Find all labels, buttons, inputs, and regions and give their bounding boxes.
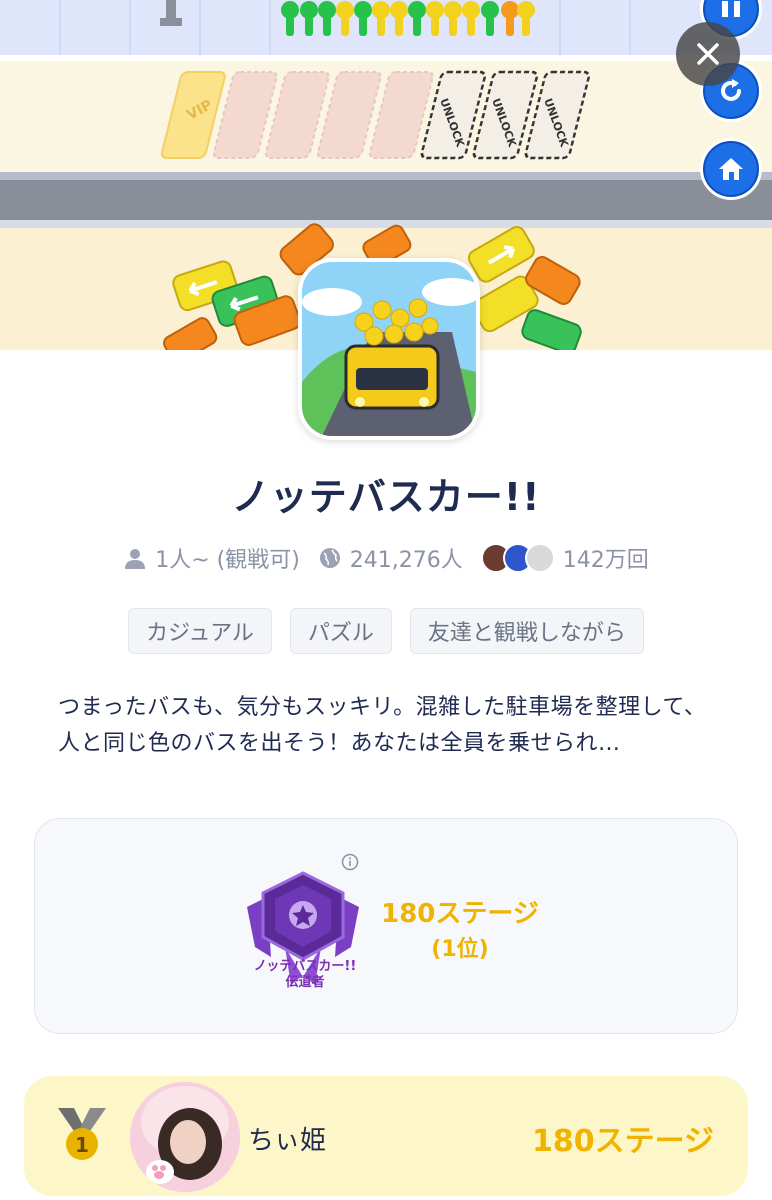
player-count: 1人~ (観戦可) bbox=[123, 542, 300, 574]
bus-game-icon bbox=[302, 262, 476, 436]
badge-label: ノッテバスカー!! 伝道者 bbox=[235, 959, 375, 991]
rank-number: 1 bbox=[75, 1133, 89, 1157]
game-stats: 1人~ (観戦可) 241,276人 142万回 bbox=[0, 540, 772, 576]
user-count: 241,276人 bbox=[318, 542, 463, 574]
player-name: ちぃ姫 bbox=[248, 1126, 327, 1156]
avatar[interactable] bbox=[130, 1082, 240, 1192]
badge-game-name: ノッテバスカー!! bbox=[253, 959, 357, 974]
recent-players-avatars bbox=[480, 543, 555, 573]
player-score: 180ステージ bbox=[531, 1124, 714, 1159]
user-count-text: 241,276人 bbox=[349, 548, 463, 573]
home-icon bbox=[719, 158, 743, 180]
close-button[interactable] bbox=[676, 22, 740, 86]
tag-puzzle[interactable]: パズル bbox=[289, 608, 392, 654]
play-count-text: 142万回 bbox=[562, 548, 649, 573]
record-card: ノッテバスカー!! 伝道者 180ステージ (1位) bbox=[34, 818, 738, 1034]
person-icon bbox=[125, 549, 146, 569]
avatar bbox=[524, 543, 555, 573]
play-count: 142万回 bbox=[480, 542, 649, 574]
close-icon bbox=[697, 43, 719, 65]
badge-title: 伝道者 bbox=[285, 975, 325, 990]
player-count-text: 1人~ (観戦可) bbox=[155, 548, 300, 573]
home-button[interactable] bbox=[700, 138, 762, 200]
record-rank: (1位) bbox=[431, 937, 489, 962]
app-icon bbox=[298, 258, 480, 440]
leaderboard-row[interactable]: 1 ちぃ姫 180ステージ bbox=[24, 1076, 748, 1196]
player-avatar-image bbox=[130, 1082, 240, 1192]
record-stage-count: 180ステージ bbox=[381, 899, 539, 929]
pause-icon bbox=[722, 1, 740, 17]
tag-watch-with-friends[interactable]: 友達と観戦しながら bbox=[409, 608, 644, 654]
tag-casual[interactable]: カジュアル bbox=[128, 608, 272, 654]
info-icon[interactable] bbox=[341, 853, 359, 871]
game-title: ノッテバスカー!! bbox=[231, 475, 541, 519]
gold-medal-icon: 1 bbox=[58, 1108, 106, 1160]
globe-icon bbox=[319, 548, 340, 568]
game-description[interactable]: つまったバスも、気分もスッキリ。混雑した駐車場を整理して、人と同じ色のバスを出そ… bbox=[58, 690, 718, 762]
tag-list: カジュアル パズル 友達と観戦しながら bbox=[0, 608, 772, 654]
